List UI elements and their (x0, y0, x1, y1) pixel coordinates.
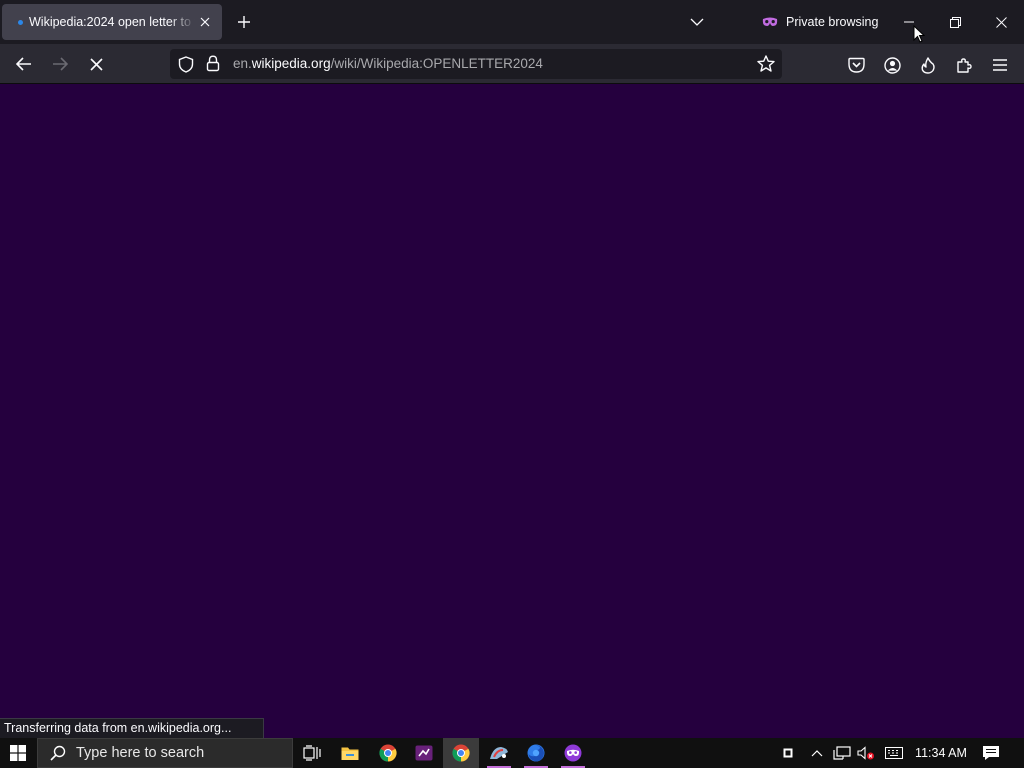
account-icon (883, 56, 901, 74)
account-button[interactable] (881, 54, 903, 76)
touch-keyboard-button[interactable] (884, 738, 904, 768)
notifications-icon (983, 746, 999, 760)
folder-icon (341, 747, 359, 760)
list-all-tabs-button[interactable] (686, 12, 708, 32)
visual-studio-icon (415, 745, 433, 761)
search-icon (50, 745, 66, 761)
chrome-app-active[interactable] (443, 738, 479, 768)
lock-icon[interactable] (206, 55, 220, 72)
volume-muted-icon (857, 746, 874, 760)
puzzle-icon (956, 57, 972, 73)
page-content (0, 85, 1024, 738)
loading-indicator-icon (18, 19, 23, 25)
task-view-icon (303, 745, 321, 761)
keyboard-icon (885, 747, 903, 759)
private-mask-icon (564, 744, 582, 762)
firefox-private-app[interactable] (555, 738, 591, 768)
shield-icon[interactable] (178, 56, 194, 73)
url-path: /wiki/Wikipedia:OPENLETTER2024 (330, 56, 543, 71)
tray-app-icon (783, 748, 793, 758)
navigation-toolbar: en.wikipedia.org/wiki/Wikipedia:OPENLETT… (0, 44, 1024, 84)
chevron-down-icon (690, 18, 704, 26)
star-icon[interactable] (756, 54, 776, 74)
close-icon[interactable] (196, 13, 214, 31)
mouse-cursor-icon (913, 25, 925, 43)
hamburger-icon (993, 59, 1007, 71)
chevron-up-icon (811, 749, 823, 756)
volume-button[interactable] (856, 738, 876, 768)
extensions-button[interactable] (953, 54, 975, 76)
restore-icon (949, 16, 961, 28)
close-icon (995, 16, 1007, 28)
pocket-button[interactable] (845, 54, 867, 76)
stop-loading-button[interactable] (82, 50, 110, 78)
private-mask-icon (762, 17, 778, 26)
new-tab-button[interactable] (232, 10, 256, 34)
plus-icon (238, 16, 250, 28)
taskbar-clock[interactable]: 11:34 AM (912, 738, 970, 768)
minimize-button[interactable] (886, 0, 932, 44)
app-menu-button[interactable] (989, 54, 1011, 76)
private-browsing-indicator: Private browsing (762, 12, 878, 32)
network-icon (833, 746, 851, 760)
firefox-icon (527, 744, 545, 762)
pocket-icon (847, 57, 865, 73)
firefox-app[interactable] (518, 738, 554, 768)
pinball-app[interactable] (481, 738, 517, 768)
chrome-icon (452, 744, 470, 762)
minimize-icon (904, 21, 914, 23)
tab-title: Wikipedia:2024 open letter to the Arbitr… (29, 15, 195, 29)
forward-button[interactable] (46, 50, 74, 78)
show-hidden-icons-button[interactable] (809, 738, 825, 768)
url-domain: wikipedia.org (251, 56, 331, 71)
taskbar-search-box[interactable]: Type here to search (37, 738, 293, 768)
restore-button[interactable] (932, 0, 978, 44)
chrome-icon (379, 744, 397, 762)
network-icon-button[interactable] (832, 738, 852, 768)
url-bar[interactable]: en.wikipedia.org/wiki/Wikipedia:OPENLETT… (170, 49, 782, 79)
tray-app-icon[interactable] (781, 738, 795, 768)
taskbar: Type here to search 11:34 AM (0, 738, 1024, 768)
file-explorer-app[interactable] (332, 738, 368, 768)
close-icon (89, 57, 103, 71)
visual-studio-app[interactable] (406, 738, 442, 768)
tab-strip: Wikipedia:2024 open letter to the Arbitr… (0, 0, 1024, 44)
url-prefix: en. (233, 56, 252, 71)
flame-icon (921, 56, 935, 74)
pinball-icon (490, 747, 508, 759)
action-center-button[interactable] (980, 738, 1002, 768)
search-placeholder: Type here to search (76, 745, 205, 761)
status-panel: Transferring data from en.wikipedia.org.… (0, 718, 264, 738)
tab-wikipedia-open-letter[interactable]: Wikipedia:2024 open letter to the Arbitr… (2, 4, 222, 40)
start-button[interactable] (0, 738, 36, 768)
private-browsing-label: Private browsing (786, 15, 879, 29)
windows-logo-icon (10, 745, 26, 761)
url-text[interactable]: en.wikipedia.org/wiki/Wikipedia:OPENLETT… (233, 56, 543, 71)
back-button[interactable] (10, 50, 38, 78)
close-window-button[interactable] (978, 0, 1024, 44)
arrow-right-icon (53, 57, 68, 71)
firefox-view-button[interactable] (917, 54, 939, 76)
arrow-left-icon (16, 57, 31, 71)
chrome-app[interactable] (370, 738, 406, 768)
task-view-button[interactable] (294, 738, 330, 768)
